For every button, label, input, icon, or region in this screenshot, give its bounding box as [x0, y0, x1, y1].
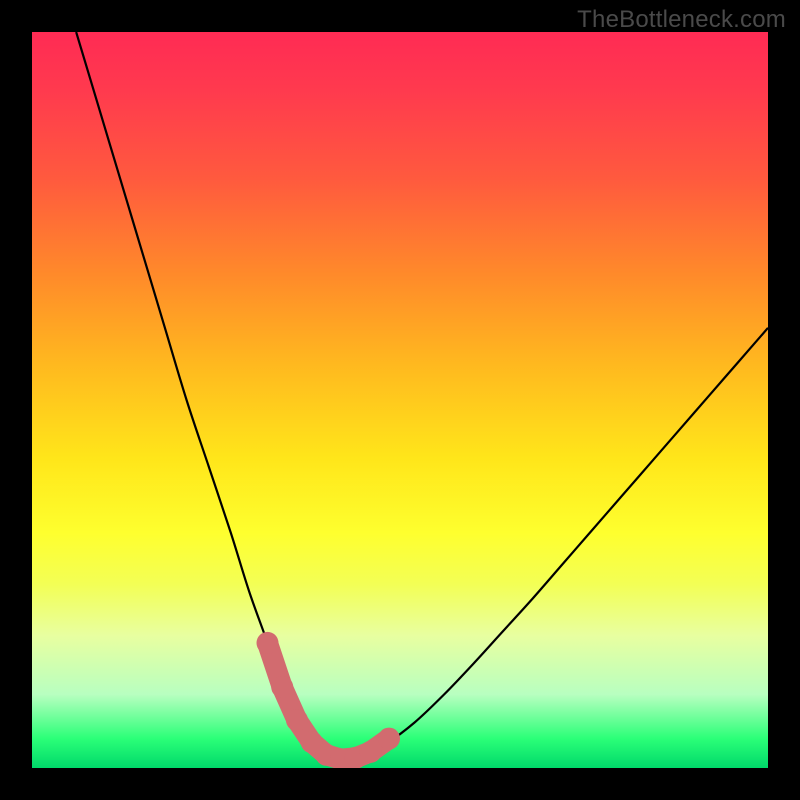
marker-point [257, 632, 279, 654]
chart-svg [32, 32, 768, 768]
marker-point [378, 728, 400, 750]
bottleneck-curve [76, 32, 768, 759]
marker-point [271, 676, 293, 698]
marker-group [257, 632, 401, 768]
watermark-text: TheBottleneck.com [577, 6, 786, 34]
marker-point [286, 709, 308, 731]
marker-point [360, 741, 382, 763]
chart-frame: TheBottleneck.com [0, 0, 800, 800]
plot-area [32, 32, 768, 768]
